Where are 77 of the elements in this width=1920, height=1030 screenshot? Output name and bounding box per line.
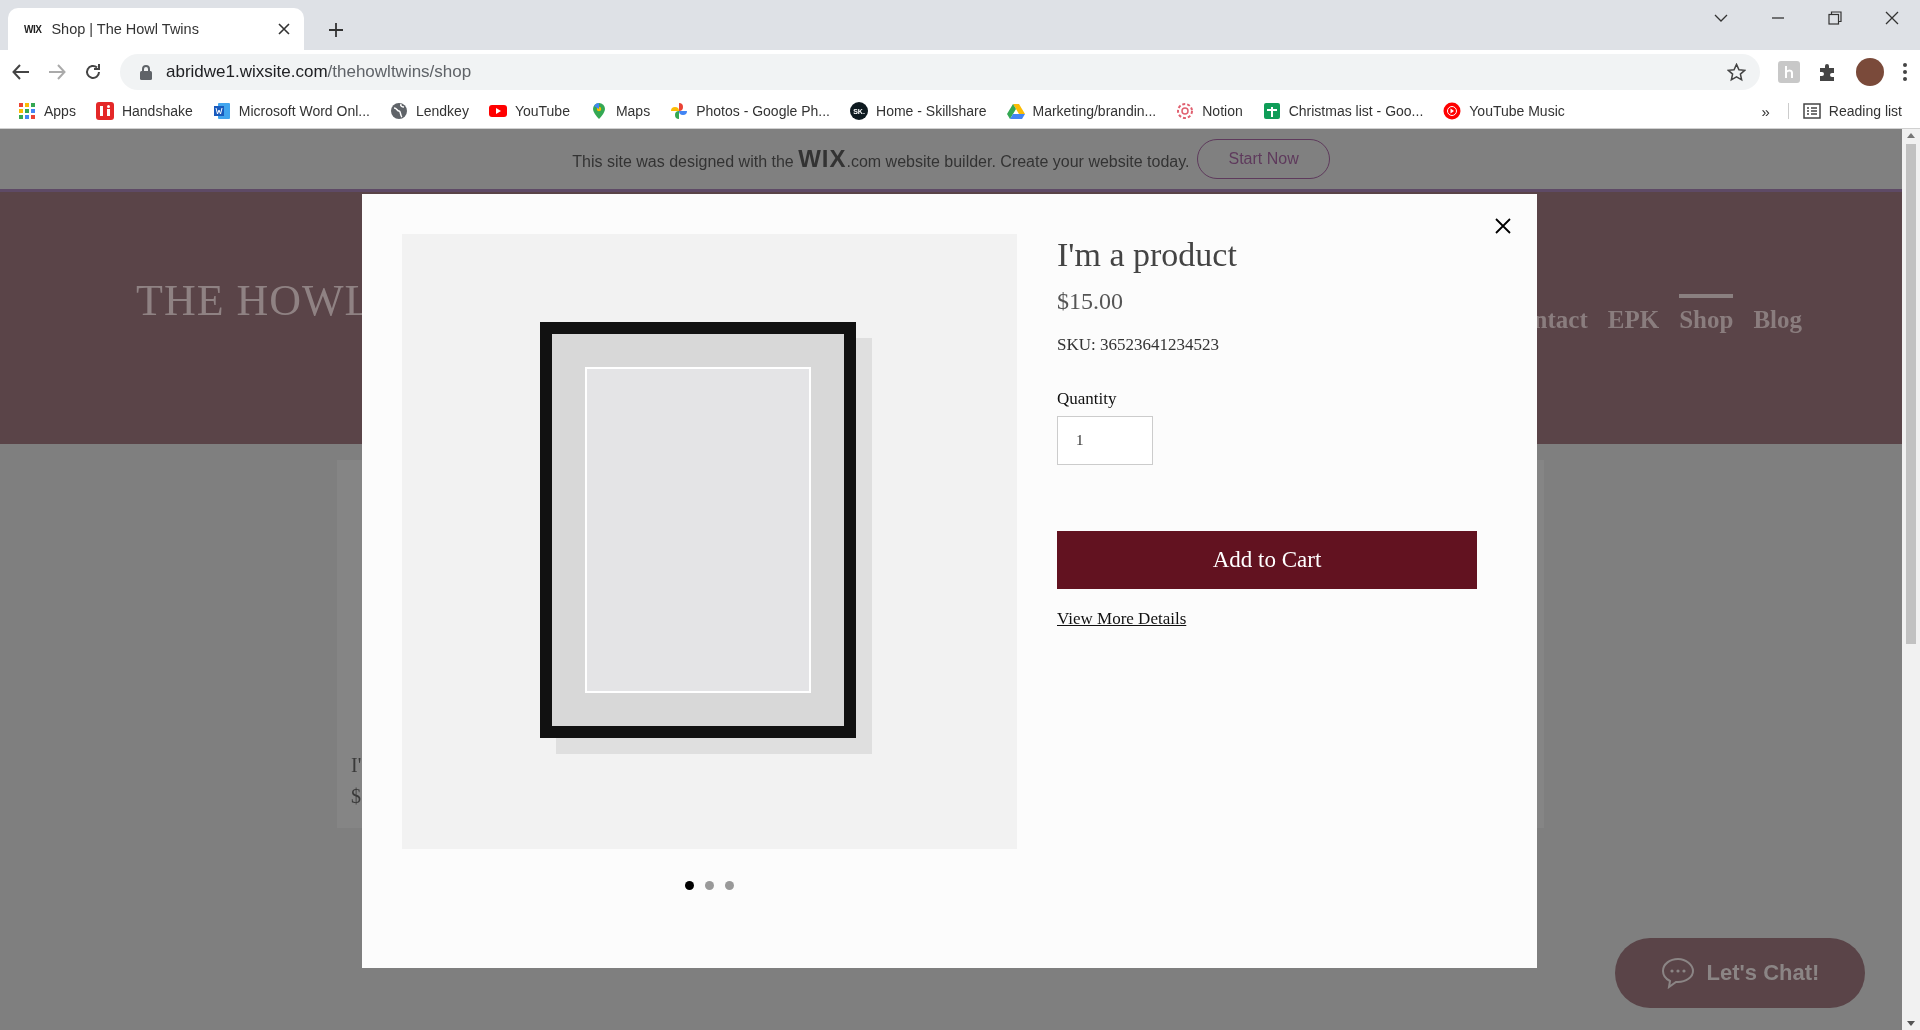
add-to-cart-button[interactable]: Add to Cart [1057,531,1477,589]
back-arrow-icon [12,63,30,81]
scrollbar[interactable] [1902,129,1920,1030]
bookmark-label: Marketing/brandin... [1032,103,1157,119]
globe-icon [389,102,408,120]
bookmark-item[interactable]: Lendkey [389,102,469,120]
product-sku: SKU: 36523641234523 [1057,335,1220,355]
close-icon [278,23,290,35]
address-bar[interactable]: abridwe1.wixsite.com/thehowltwins/shop [120,54,1760,90]
bookmark-label: Apps [44,103,76,119]
site-logo: THE HOWL [136,274,373,326]
apps-grid-icon [18,102,36,120]
close-icon [1884,11,1899,25]
menu-icon[interactable] [1902,62,1908,82]
product-price: $ [351,785,362,808]
list-icon [1802,103,1821,119]
slide-dot[interactable] [705,881,714,890]
restore-icon [1827,11,1842,25]
bookmark-item[interactable]: Photos - Google Ph... [670,102,830,120]
bookmark-label: Photos - Google Ph... [696,103,830,119]
flower-icon [1176,102,1195,120]
lock-icon [140,64,152,80]
product-price: $15.00 [1057,288,1124,315]
reading-list-button[interactable]: Reading list [1787,103,1902,119]
bookmark-item[interactable]: Maps [589,102,651,120]
banner-text: This site was designed with the WIX.com website builder. Create your website today. [572,145,1190,173]
bookmark-item[interactable]: Marketing/brandin... [1006,102,1157,120]
tab-title: Shop | The Howl Twins [51,21,200,37]
bookmark-label: Maps [615,103,651,119]
bookmark-item[interactable]: YouTube [488,102,570,120]
bookmark-label: YouTube [514,103,570,119]
bookmark-item[interactable]: Microsoft Word Onl... [212,102,370,120]
quantity-field[interactable]: 1 [1057,416,1153,465]
more-bookmarks-button[interactable]: » [1761,102,1770,120]
browser-tab[interactable]: WIX Shop | The Howl Twins [8,8,304,50]
bookmark-label: Notion [1202,103,1243,119]
bookmark-label: Lendkey [415,103,469,119]
quantity-label: Quantity [1057,389,1118,409]
close-dialog-button[interactable] [1495,218,1511,234]
back-button[interactable] [12,63,30,81]
bookmark-item[interactable]: Handshake [95,102,193,120]
bookmark-label: Christmas list - Goo... [1288,103,1424,119]
bookmark-label: Home - Skillshare [876,103,987,119]
handshake-logo-icon [95,102,114,120]
document-logo-icon [212,102,231,120]
slide-dot[interactable] [685,881,694,890]
close-tab-button[interactable] [278,23,290,35]
music-play-icon [1443,102,1462,120]
reading-list-label: Reading list [1828,103,1902,119]
product-title: I' [351,754,363,777]
speech-bubble-icon [1660,957,1695,989]
site-favicon: WIX [24,23,42,35]
bookmark-label: YouTube Music [1469,103,1565,119]
forward-arrow-icon [48,63,66,81]
slide-dot[interactable] [725,881,734,890]
star-icon[interactable] [1727,62,1746,82]
view-details-link[interactable]: View More Details [1057,609,1187,629]
spreadsheet-icon [1262,102,1281,120]
bookmark-label: Microsoft Word Onl... [238,103,370,119]
url-text: abridwe1.wixsite.com/thehowltwins/shop [166,62,473,82]
bookmark-item[interactable]: Christmas list - Goo... [1262,102,1424,120]
pinwheel-icon [670,102,689,120]
bookmark-item[interactable]: YouTube Music [1443,102,1565,120]
product-title: I'm a product [1057,236,1238,274]
scroll-down-icon [1907,1021,1915,1026]
play-logo-icon [488,102,507,120]
close-icon [1495,218,1511,234]
scroll-up-icon [1907,133,1915,138]
plus-icon [328,22,344,38]
reload-icon [84,63,102,81]
profile-avatar[interactable] [1856,58,1884,86]
bookmark-item[interactable]: Notion [1176,102,1243,120]
triangle-logo-icon [1006,102,1025,120]
new-tab-button[interactable] [328,22,344,38]
reload-button[interactable] [84,63,102,81]
bookmark-item[interactable]: Apps [18,102,76,120]
bookmark-label: Handshake [121,103,193,119]
